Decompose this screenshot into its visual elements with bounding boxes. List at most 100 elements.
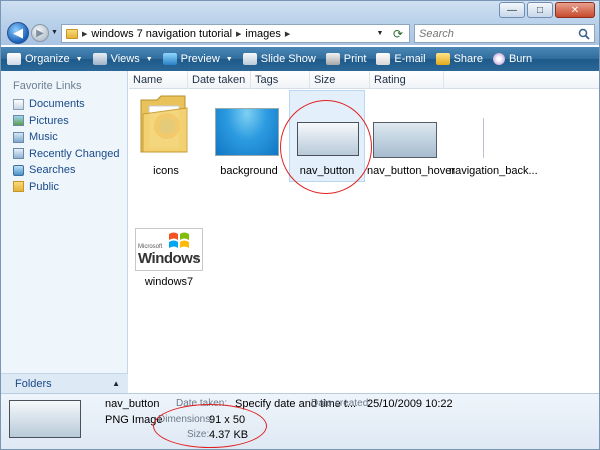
print-label: Print <box>343 53 367 65</box>
date-created-value: 25/10/2009 10:22 <box>367 398 453 410</box>
favorite-links-heading: Favorite Links <box>13 80 82 92</box>
burn-button[interactable]: Burn <box>492 53 533 65</box>
details-pane: nav_button PNG Image Date taken: Specify… <box>1 393 599 449</box>
maximize-button[interactable]: □ <box>527 2 553 18</box>
preview-icon <box>162 53 177 65</box>
forward-button[interactable]: ▶ <box>31 24 49 42</box>
logo-version-text: 7 <box>194 255 200 265</box>
recent-icon <box>13 148 24 160</box>
sidebar-item-label: Music <box>29 131 58 144</box>
navigation-pane: Favorite Links Documents Pictures Music … <box>1 71 128 393</box>
email-label: E-mail <box>394 53 426 65</box>
selected-file-name: nav_button <box>105 398 160 410</box>
sidebar-item-label: Searches <box>29 164 76 177</box>
breadcrumb-chevron-icon[interactable]: ▶ <box>285 30 290 38</box>
search-box[interactable] <box>414 24 595 43</box>
minimize-button[interactable]: — <box>499 2 525 18</box>
file-item-navigation-back[interactable]: navigation_back... <box>449 90 538 180</box>
file-item-label: windows7 <box>144 276 194 288</box>
address-bar[interactable]: ▶ windows 7 navigation tutorial ▶ images… <box>61 24 410 43</box>
column-header-size[interactable]: Size <box>310 71 370 89</box>
folder-icon <box>140 95 188 153</box>
folders-label: Folders <box>15 377 52 390</box>
share-label: Share <box>453 53 483 65</box>
sidebar-item-label: Recently Changed <box>29 147 120 160</box>
slideshow-icon <box>242 53 257 65</box>
share-button[interactable]: Share <box>435 53 483 65</box>
chevron-down-icon: ▼ <box>225 55 233 63</box>
breadcrumb-item[interactable]: images <box>245 28 280 40</box>
column-header-tags[interactable]: Tags <box>251 71 310 89</box>
windows-flag-icon <box>169 232 189 248</box>
image-thumbnail <box>215 108 279 156</box>
sidebar-item-label: Public <box>29 180 59 193</box>
breadcrumb-chevron-icon[interactable]: ▶ <box>236 30 241 38</box>
preview-label: Preview <box>180 53 220 65</box>
slideshow-button[interactable]: Slide Show <box>242 53 316 65</box>
file-item-icons[interactable]: icons <box>131 90 201 180</box>
title-bar: — □ ✕ ◀ ▶ ▼ ▶ windows 7 navigation tutor… <box>1 1 599 45</box>
close-button[interactable]: ✕ <box>555 2 595 18</box>
chevron-down-icon: ▼ <box>145 55 153 63</box>
address-actions: ▼ ⟳ <box>373 26 407 41</box>
image-thumbnail <box>483 118 484 158</box>
file-item-label: icons <box>153 165 179 177</box>
address-dropdown-icon[interactable]: ▼ <box>373 26 387 41</box>
views-label: Views <box>110 53 140 65</box>
sidebar-item-public[interactable]: Public <box>13 179 120 196</box>
column-header-date-taken[interactable]: Date taken <box>188 71 251 89</box>
breadcrumb-item[interactable]: windows 7 navigation tutorial <box>91 28 232 40</box>
burn-disc-icon <box>492 53 505 65</box>
file-item-label: nav_button_hover <box>367 165 456 177</box>
column-header-name[interactable]: Name <box>129 71 188 89</box>
image-thumbnail: Microsoft Windows 7 <box>135 228 203 271</box>
file-item-background[interactable]: background <box>205 90 293 180</box>
slideshow-label: Slide Show <box>260 53 316 65</box>
date-created-label: Date created: <box>311 398 372 409</box>
file-item-label: background <box>220 165 278 177</box>
logo-name-text: Windows <box>138 250 201 267</box>
sidebar-item-documents[interactable]: Documents <box>13 96 120 113</box>
explorer-window: — □ ✕ ◀ ▶ ▼ ▶ windows 7 navigation tutor… <box>0 0 600 450</box>
sidebar-item-recently-changed[interactable]: Recently Changed <box>13 146 120 163</box>
column-header-rating[interactable]: Rating <box>370 71 444 89</box>
public-folder-icon <box>13 181 24 193</box>
folders-toggle[interactable]: Folders ▲ <box>1 373 128 393</box>
file-item-windows7[interactable]: Microsoft Windows 7 windows7 <box>133 228 205 290</box>
printer-icon <box>325 53 340 65</box>
views-icon <box>92 53 107 65</box>
sidebar-item-music[interactable]: Music <box>13 129 120 146</box>
file-list: icons background nav_button nav_button_h… <box>129 90 599 393</box>
window-controls: — □ ✕ <box>499 2 595 18</box>
highlight-ellipse <box>280 100 372 194</box>
breadcrumb-chevron-icon[interactable]: ▶ <box>82 30 87 38</box>
organize-label: Organize <box>25 53 70 65</box>
refresh-icon[interactable]: ⟳ <box>389 26 407 41</box>
burn-label: Burn <box>508 53 533 65</box>
selected-file-thumbnail <box>9 400 81 438</box>
sidebar-item-searches[interactable]: Searches <box>13 162 120 179</box>
organize-button[interactable]: Organize ▼ <box>7 53 83 65</box>
preview-button[interactable]: Preview ▼ <box>162 53 233 65</box>
image-thumbnail <box>373 122 437 158</box>
chevron-down-icon: ▼ <box>75 55 83 63</box>
print-button[interactable]: Print <box>325 53 367 65</box>
share-icon <box>435 53 450 65</box>
email-button[interactable]: E-mail <box>376 53 426 65</box>
file-item-nav-button-hover[interactable]: nav_button_hover <box>367 90 456 180</box>
pictures-icon <box>13 115 24 127</box>
organize-icon <box>7 53 21 65</box>
search-icon[interactable] <box>575 25 593 42</box>
recent-pages-dropdown-icon[interactable]: ▼ <box>51 29 58 36</box>
documents-icon <box>13 98 24 110</box>
file-item-label: navigation_back... <box>449 165 538 177</box>
sidebar-item-pictures[interactable]: Pictures <box>13 113 120 130</box>
sidebar-item-label: Pictures <box>29 114 69 127</box>
back-button[interactable]: ◀ <box>7 22 29 44</box>
column-headers: Name Date taken Tags Size Rating <box>129 71 599 89</box>
search-input[interactable] <box>415 25 575 42</box>
highlight-ellipse <box>153 404 267 448</box>
folder-icon <box>66 28 78 39</box>
command-toolbar: Organize ▼ Views ▼ Preview ▼ Slide Show … <box>1 47 599 71</box>
views-button[interactable]: Views ▼ <box>92 53 153 65</box>
